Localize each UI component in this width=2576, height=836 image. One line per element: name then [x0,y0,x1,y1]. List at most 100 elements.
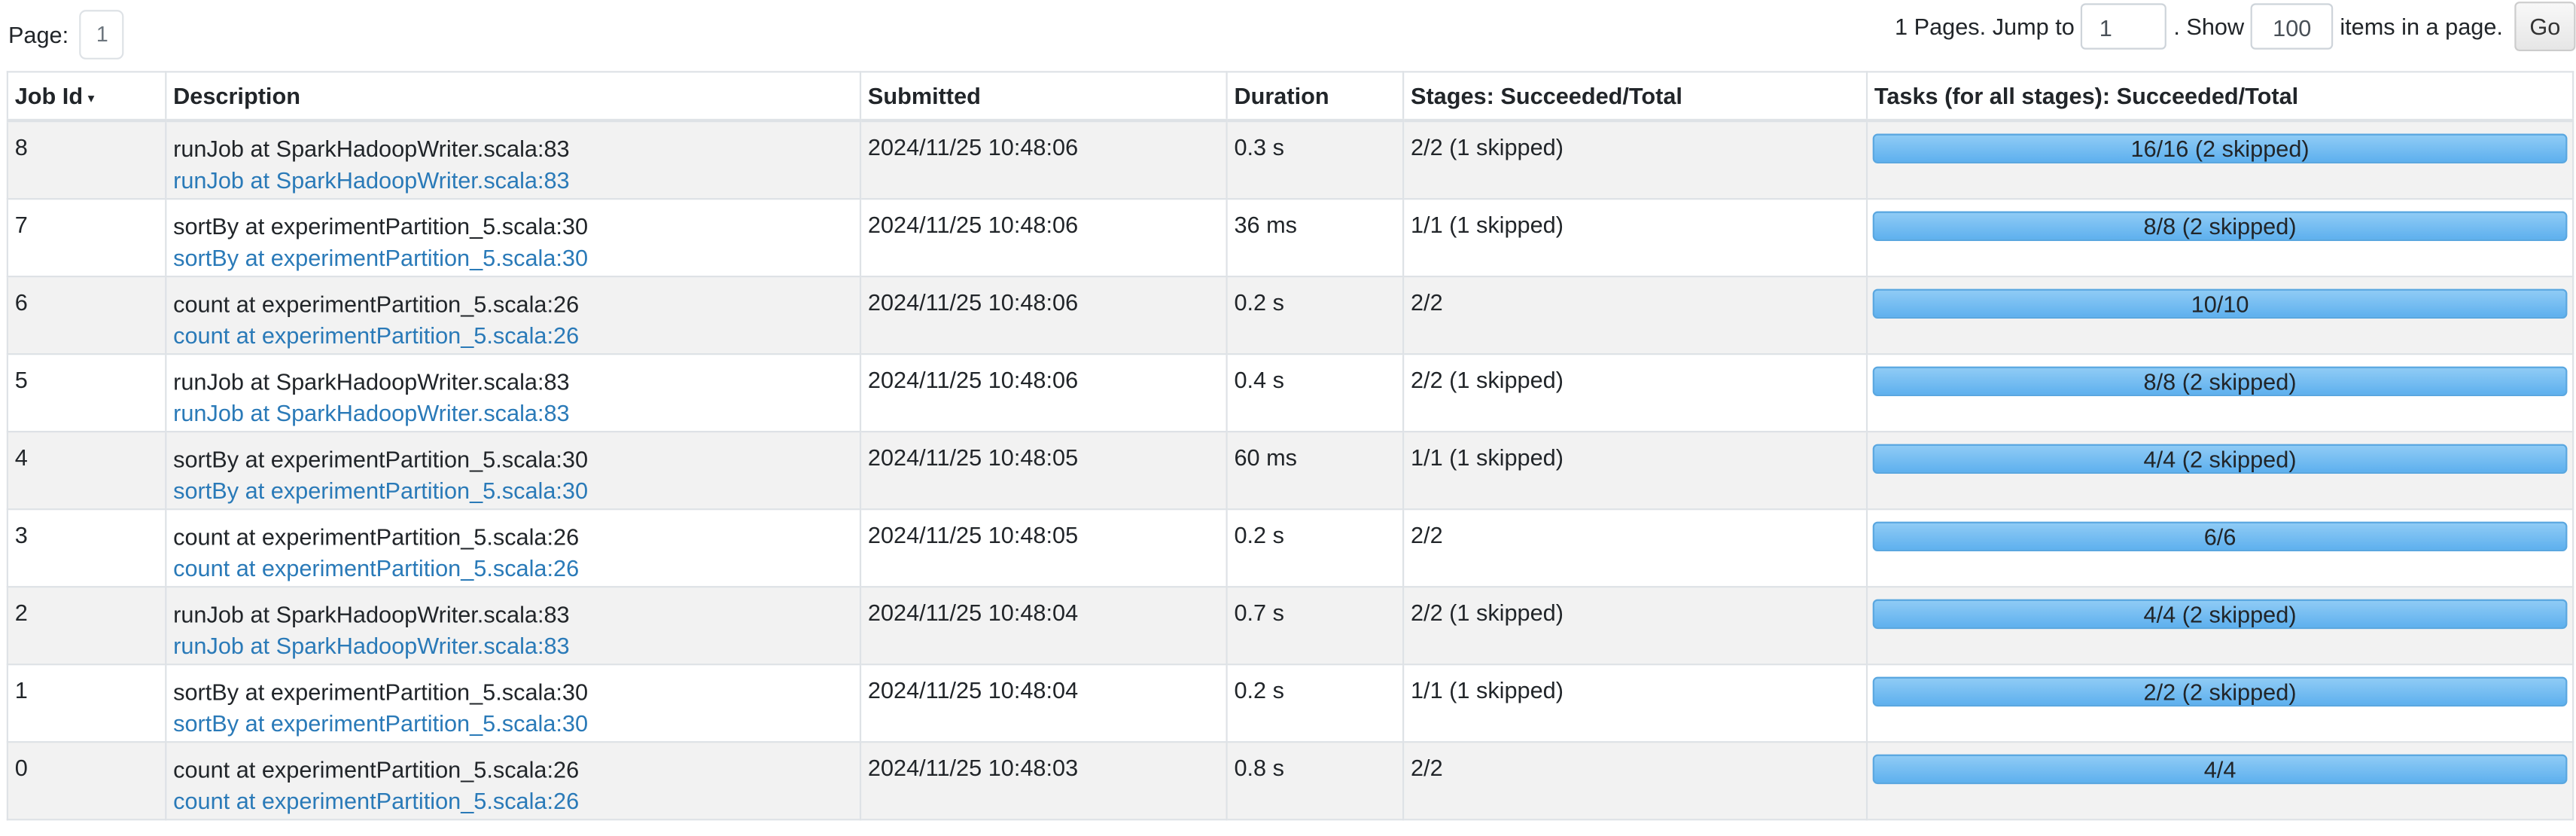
job-description: runJob at SparkHadoopWriter.scala:83 [173,367,570,394]
task-progress-bar: 8/8 (2 skipped) [1872,210,2568,240]
table-row: 3 count at experimentPartition_5.scala:26… [6,507,2574,587]
table-header-row: Job Id ▾ Description Submitted Duration S… [6,71,2574,123]
duration-cell: 0.2 s [1226,507,1405,587]
description-cell: runJob at SparkHadoopWriter.scala:83 runJ… [165,119,862,200]
stages-cell: 2/2 [1402,740,1868,820]
task-progress-bar: 8/8 (2 skipped) [1872,365,2568,395]
description-cell: sortBy at experimentPartition_5.scala:30… [165,663,862,743]
description-cell: count at experimentPartition_5.scala:26c… [165,274,862,355]
job-id-cell: 7 [6,197,167,277]
task-progress-bar: 4/4 (2 skipped) [1872,443,2568,473]
column-header-job-id[interactable]: Job Id ▾ [6,71,167,123]
task-progress-label: 4/4 [2203,755,2236,782]
sort-desc-icon: ▾ [87,90,95,105]
go-button[interactable]: Go [2514,2,2576,51]
task-progress-label: 6/6 [2203,522,2236,549]
tasks-cell: 10/10 [1865,274,2574,355]
submitted-cell: 2024/11/25 10:48:06 [859,274,1228,355]
job-detail-link[interactable]: runJob at SparkHadoopWriter.scala:83 [173,630,853,661]
page-controls: 1 Pages. Jump to 1 . Show 100 items in a… [1888,0,2576,53]
task-progress-label: 4/4 (2 skipped) [2143,600,2297,627]
job-detail-link[interactable]: sortBy at experimentPartition_5.scala:30 [173,242,853,273]
column-header-tasks[interactable]: Tasks (for all stages): Succeeded/Total [1865,71,2574,123]
stages-cell: 1/1 (1 skipped) [1402,663,1868,743]
tasks-cell: 8/8 (2 skipped) [1865,197,2574,277]
tasks-cell: 4/4 (2 skipped) [1865,429,2574,510]
job-detail-link[interactable]: sortBy at experimentPartition_5.scala:30 [173,707,853,739]
task-progress-label: 8/8 (2 skipped) [2143,212,2297,239]
column-header-submitted[interactable]: Submitted [859,71,1228,123]
duration-cell: 0.2 s [1226,274,1405,355]
column-header-description[interactable]: Description [165,71,862,123]
description-cell: count at experimentPartition_5.scala:26c… [165,507,862,587]
table-row: 8 runJob at SparkHadoopWriter.scala:83 run… [6,119,2574,200]
submitted-cell: 2024/11/25 10:48:06 [859,197,1228,277]
submitted-cell: 2024/11/25 10:48:06 [859,352,1228,432]
job-detail-link[interactable]: sortBy at experimentPartition_5.scala:30 [173,474,853,506]
job-id-cell: 1 [6,663,167,743]
table-row: 7 sortBy at experimentPartition_5.scala:3… [6,197,2574,277]
table-row: 2 runJob at SparkHadoopWriter.scala:83 run… [6,584,2574,665]
job-description: runJob at SparkHadoopWriter.scala:83 [173,135,570,162]
duration-cell: 36 ms [1226,197,1405,277]
tasks-cell: 2/2 (2 skipped) [1865,663,2574,743]
submitted-cell: 2024/11/25 10:48:05 [859,429,1228,510]
duration-cell: 60 ms [1226,429,1405,510]
table-row: 6 count at experimentPartition_5.scala:26… [6,274,2574,355]
submitted-cell: 2024/11/25 10:48:04 [859,663,1228,743]
job-description: count at experimentPartition_5.scala:26 [173,289,580,316]
pagination-bar: Page: 1 1 Pages. Jump to 1 . Show 100 it… [0,0,2576,59]
submitted-cell: 2024/11/25 10:48:06 [859,119,1228,200]
job-id-cell: 5 [6,352,167,432]
jump-to-page-input[interactable]: 1 [2081,3,2167,50]
task-progress-label: 16/16 (2 skipped) [2130,135,2310,162]
job-description: sortBy at experimentPartition_5.scala:30 [173,212,589,239]
page-1-link[interactable]: 1 [80,10,125,59]
job-detail-link[interactable]: runJob at SparkHadoopWriter.scala:83 [173,397,853,429]
duration-cell: 0.3 s [1226,119,1405,200]
job-description: sortBy at experimentPartition_5.scala:30 [173,444,589,471]
page-indicator: Page: 1 [8,10,125,59]
job-id-cell: 8 [6,119,167,200]
job-description: sortBy at experimentPartition_5.scala:30 [173,677,589,704]
tasks-cell: 16/16 (2 skipped) [1865,119,2574,200]
task-progress-bar: 2/2 (2 skipped) [1872,676,2568,706]
job-description: count at experimentPartition_5.scala:26 [173,522,580,549]
duration-cell: 0.2 s [1226,663,1405,743]
submitted-cell: 2024/11/25 10:48:04 [859,584,1228,665]
show-text: . Show [2173,13,2245,40]
column-header-duration[interactable]: Duration [1226,71,1405,123]
table-row: 1 sortBy at experimentPartition_5.scala:3… [6,663,2574,743]
job-id-cell: 4 [6,429,167,510]
task-progress-label: 8/8 (2 skipped) [2143,367,2297,394]
job-detail-link[interactable]: runJob at SparkHadoopWriter.scala:83 [173,165,853,197]
job-detail-link[interactable]: count at experimentPartition_5.scala:26 [173,785,853,816]
items-text: items in a page. [2340,13,2503,40]
tasks-cell: 6/6 [1865,507,2574,587]
job-detail-link[interactable]: count at experimentPartition_5.scala:26 [173,319,853,351]
job-description: count at experimentPartition_5.scala:26 [173,755,580,782]
job-id-cell: 0 [6,740,167,820]
table-row: 4 sortBy at experimentPartition_5.scala:3… [6,429,2574,510]
job-detail-link[interactable]: count at experimentPartition_5.scala:26 [173,552,853,584]
page-label: Page: [8,21,69,48]
task-progress-bar: 10/10 [1872,288,2568,318]
stages-cell: 2/2 [1402,507,1868,587]
tasks-cell: 8/8 (2 skipped) [1865,352,2574,432]
task-progress-bar: 16/16 (2 skipped) [1872,133,2568,163]
description-cell: count at experimentPartition_5.scala:26c… [165,740,862,820]
tasks-cell: 4/4 (2 skipped) [1865,584,2574,665]
duration-cell: 0.4 s [1226,352,1405,432]
column-header-stages[interactable]: Stages: Succeeded/Total [1402,71,1868,123]
job-id-cell: 3 [6,507,167,587]
stages-cell: 2/2 (1 skipped) [1402,352,1868,432]
submitted-cell: 2024/11/25 10:48:03 [859,740,1228,820]
page-size-input[interactable]: 100 [2250,3,2334,50]
description-cell: sortBy at experimentPartition_5.scala:30… [165,197,862,277]
description-cell: sortBy at experimentPartition_5.scala:30… [165,429,862,510]
duration-cell: 0.7 s [1226,584,1405,665]
stages-cell: 1/1 (1 skipped) [1402,429,1868,510]
job-id-cell: 6 [6,274,167,355]
job-id-cell: 2 [6,584,167,665]
job-description: runJob at SparkHadoopWriter.scala:83 [173,600,570,627]
